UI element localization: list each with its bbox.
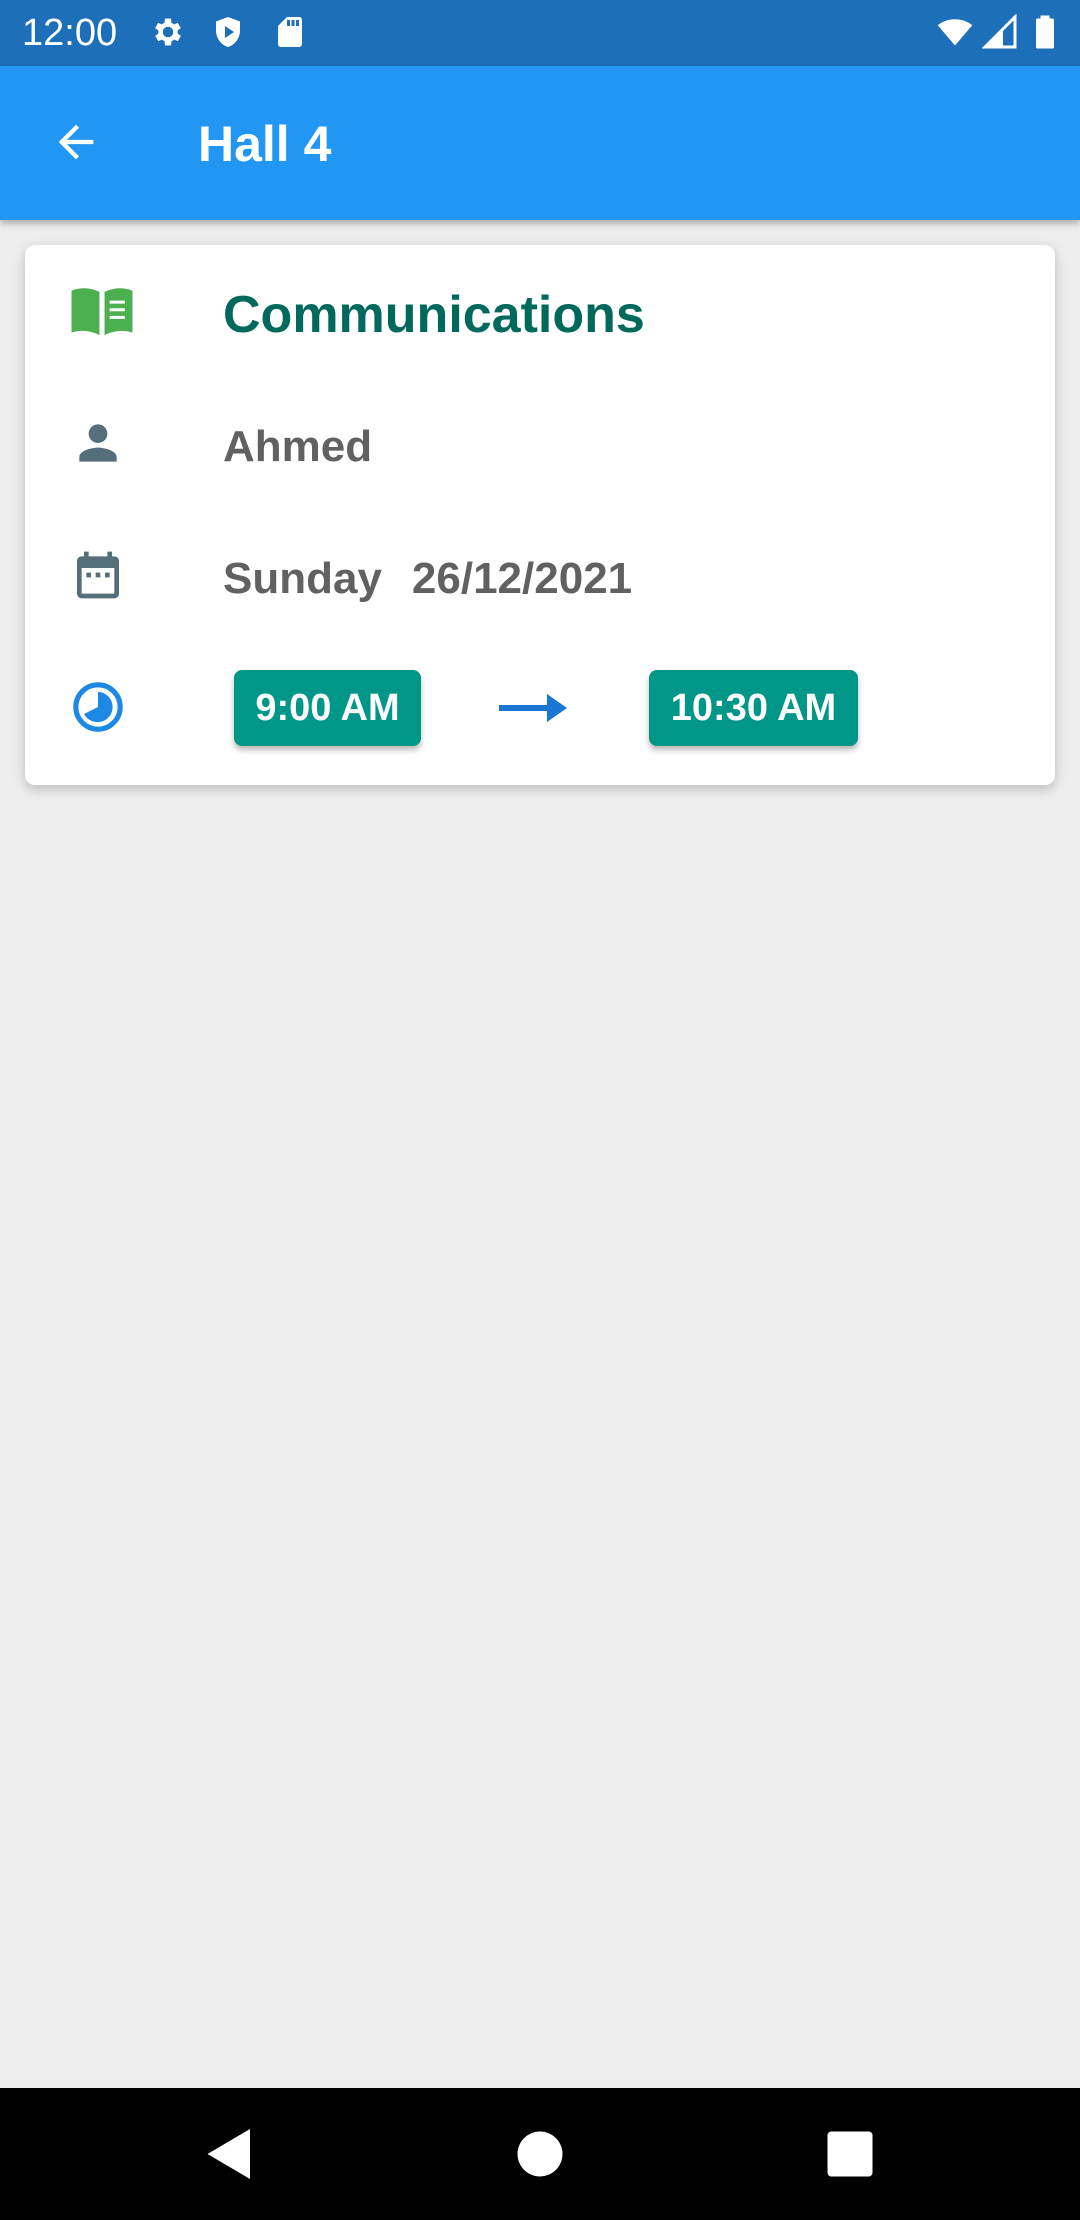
settings-icon [150,14,186,50]
sd-card-icon [272,14,308,50]
system-nav-bar [0,2088,1080,2220]
back-triangle-icon[interactable] [200,2124,260,2184]
screen: 12:00 Hall 4 Communications Ahmed Sunday… [0,0,1080,2220]
wifi-icon [934,14,976,50]
status-time: 12:00 [22,12,118,54]
home-circle-icon[interactable] [510,2124,570,2184]
arrow-back-icon [50,116,102,173]
day-name: Sunday [223,554,382,603]
instructor-name: Ahmed [223,422,373,471]
lecture-card[interactable]: Communications Ahmed Sunday 26/12/2021 9… [25,245,1055,785]
back-button[interactable] [46,114,106,174]
calendar-icon [70,547,126,603]
date-value: 26/12/2021 [411,554,633,603]
course-row: Communications [25,261,1055,361]
status-bar: 12:00 [0,0,1080,66]
course-name: Communications [223,286,645,344]
signal-icon [982,14,1018,50]
date-text: Sunday 26/12/2021 [223,553,632,605]
date-row: Sunday 26/12/2021 [25,525,1055,625]
clock-icon [70,679,126,735]
page-title: Hall 4 [198,116,332,172]
book-open-icon [69,283,135,339]
recents-square-icon[interactable] [820,2124,880,2184]
battery-icon [1030,14,1060,50]
time-row: 9:00 AM 10:30 AM [25,655,1055,765]
app-bar: Hall 4 [0,66,1080,220]
end-time-chip[interactable]: 10:30 AM [649,670,858,746]
person-icon [70,415,126,471]
arrow-right-icon [499,688,567,728]
instructor-row: Ahmed [25,393,1055,493]
shield-icon [210,14,246,50]
start-time-chip[interactable]: 9:00 AM [234,670,421,746]
